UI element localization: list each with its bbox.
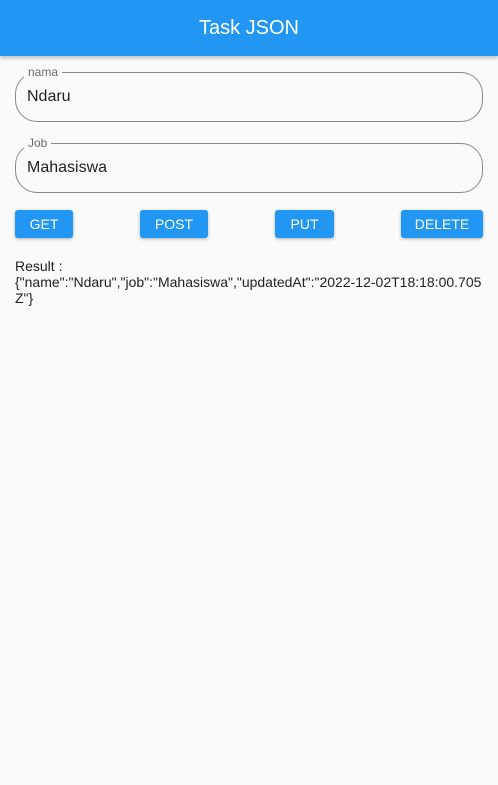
result-json: {"name":"Ndaru","job":"Mahasiswa","updat… [15,274,482,306]
result-label: Result : [15,258,63,274]
nama-field[interactable]: nama [15,65,483,122]
nama-input[interactable] [27,73,467,121]
result-output: Result : {"name":"Ndaru","job":"Mahasisw… [15,258,485,306]
app-title: Task JSON [198,16,300,39]
job-input[interactable] [27,144,467,192]
put-button[interactable]: PUT [275,210,334,238]
get-button[interactable]: GET [15,210,73,238]
post-button[interactable]: POST [140,210,208,238]
job-field[interactable]: Job [15,136,483,193]
app-bar: Task JSON [0,0,498,56]
delete-button[interactable]: DELETE [401,210,483,238]
